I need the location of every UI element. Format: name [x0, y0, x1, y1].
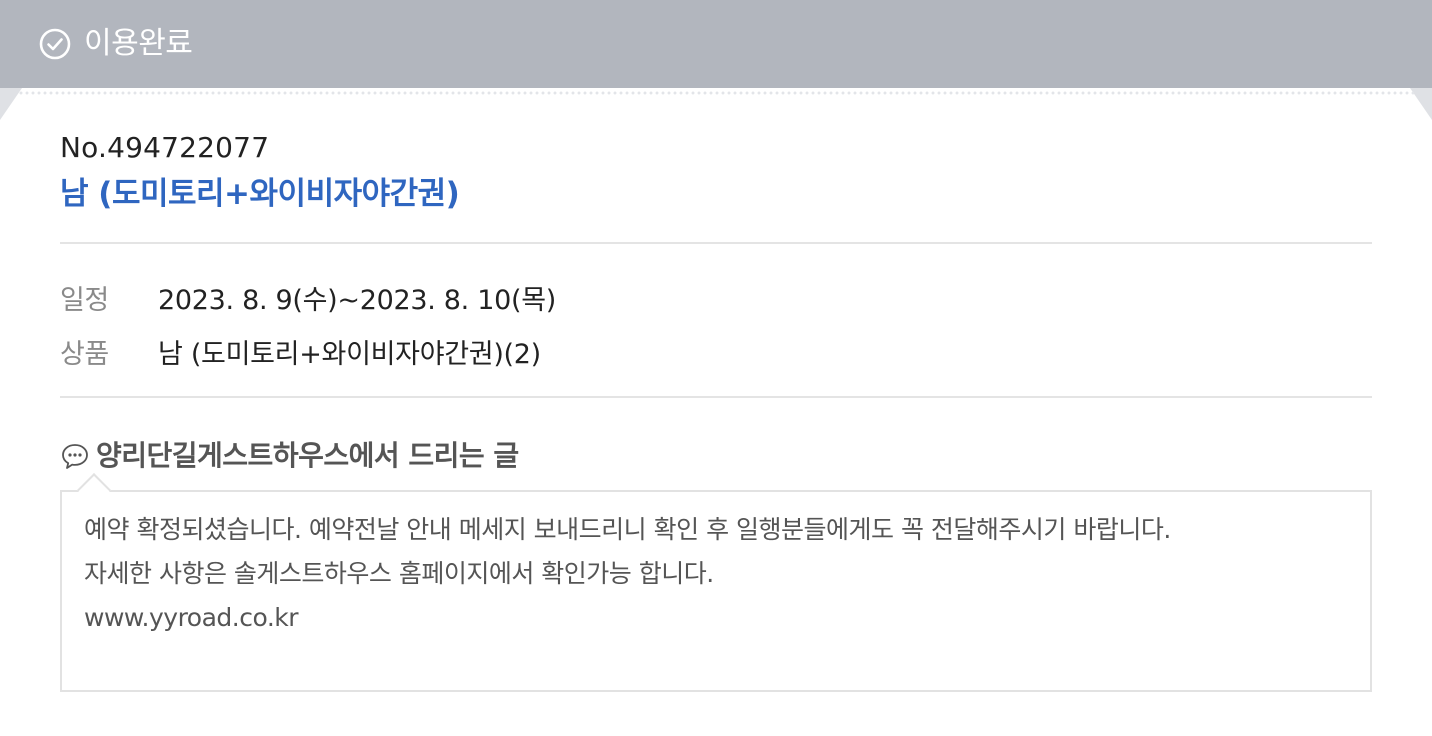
speech-bubble-icon — [62, 444, 88, 469]
reservation-number: No.494722077 — [60, 131, 270, 164]
check-circle-icon — [39, 28, 71, 60]
detail-key: 상품 — [60, 338, 109, 370]
message-link[interactable]: www.yyroad.co.kr — [84, 596, 1348, 640]
host-message-header: 양리단길게스트하우스에서 드리는 글 — [60, 438, 1372, 474]
detail-key: 일정 — [60, 284, 109, 316]
message-line: 자세한 사항은 솔게스트하우스 홈페이지에서 확인가능 합니다. — [84, 559, 714, 588]
status-header: 이용완료 — [0, 0, 1432, 88]
message-line: 예약 확정되셨습니다. 예약전날 안내 메세지 보내드리니 확인 후 일행분들에… — [84, 515, 1171, 544]
divider — [60, 396, 1372, 398]
host-message-box: 예약 확정되셨습니다. 예약전날 안내 메세지 보내드리니 확인 후 일행분들에… — [60, 473, 1372, 692]
host-message-title: 양리단길게스트하우스에서 드리는 글 — [96, 439, 519, 472]
detail-value: 2023. 8. 9(수)~2023. 8. 10(목) — [158, 284, 557, 316]
detail-row-product: 상품 남 (도미토리+와이비자야간권)(2) — [60, 324, 1372, 378]
status-text: 이용완료 — [84, 26, 193, 61]
detail-row-schedule: 일정 2023. 8. 9(수)~2023. 8. 10(목) — [60, 270, 1372, 324]
host-message-text: 예약 확정되셨습니다. 예약전날 안내 메세지 보내드리니 확인 후 일행분들에… — [84, 508, 1348, 640]
reservation-content: No.494722077 남 (도미토리+와이비자야간권) 일정 2023. 8… — [60, 130, 1372, 692]
reservation-details: 일정 2023. 8. 9(수)~2023. 8. 10(목) 상품 남 (도미… — [60, 244, 1372, 390]
reservation-card: 이용완료 No.494722077 남 (도미토리+와이비자야간권) 일정 20… — [0, 0, 1432, 736]
status-label-group: 이용완료 — [38, 26, 193, 62]
product-title: 남 (도미토리+와이비자야간권) — [60, 176, 460, 212]
detail-value: 남 (도미토리+와이비자야간권)(2) — [158, 338, 541, 370]
message-box-tail — [77, 473, 111, 507]
ticket-perforation — [18, 90, 1414, 98]
